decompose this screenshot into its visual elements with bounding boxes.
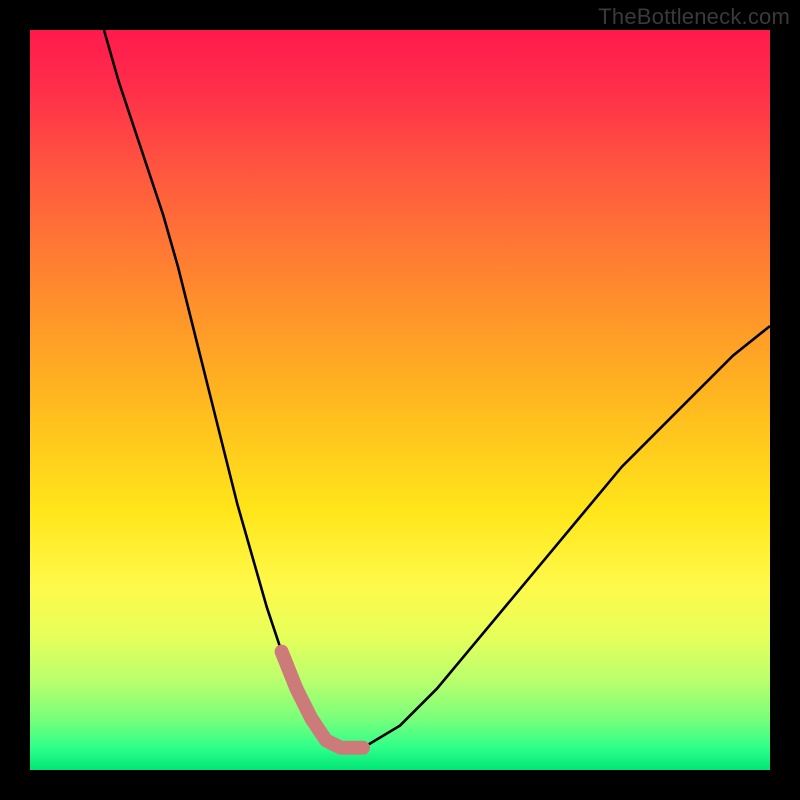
chart-frame: TheBottleneck.com — [0, 0, 800, 800]
watermark-text: TheBottleneck.com — [598, 4, 790, 30]
curve-layer — [30, 30, 770, 770]
dip-marker — [282, 652, 363, 748]
plot-area — [30, 30, 770, 770]
bottleneck-curve — [104, 30, 770, 748]
